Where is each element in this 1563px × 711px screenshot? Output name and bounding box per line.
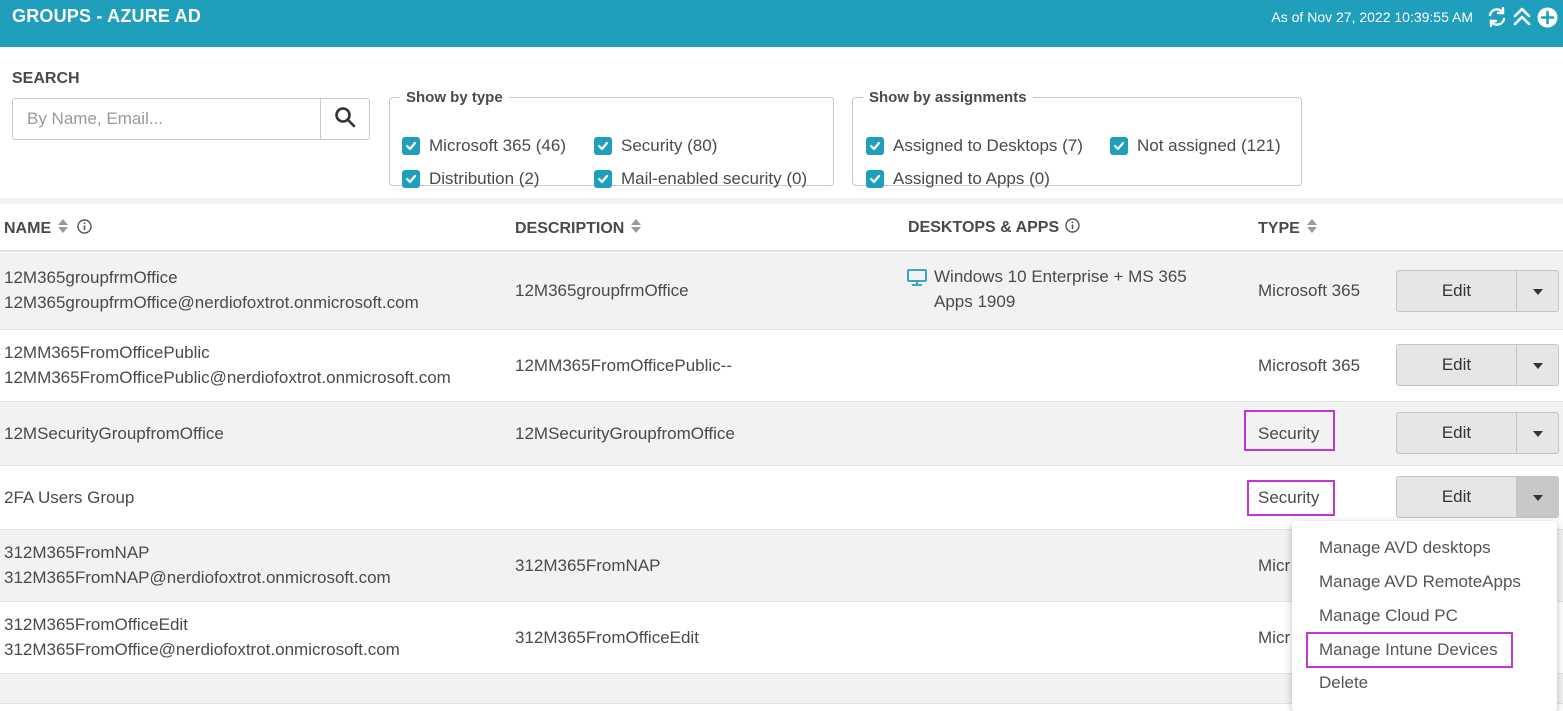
checkbox-checked-icon [594,137,612,155]
filter-microsoft365-checkbox[interactable]: Microsoft 365 (46) [402,136,566,156]
search-button[interactable] [320,99,369,139]
edit-button-group: Edit [1396,412,1559,454]
sort-icon[interactable] [51,218,69,239]
search-icon [334,106,356,133]
sort-icon[interactable] [624,218,642,239]
caret-down-icon [1532,424,1543,442]
filter-assigned-apps-label: Assigned to Apps (0) [893,169,1050,188]
filter-distribution-checkbox[interactable]: Distribution (2) [402,169,540,189]
search-input[interactable] [13,99,320,139]
filter-not-assigned-label: Not assigned (121) [1137,136,1281,155]
checkbox-checked-icon [866,137,884,155]
edit-button[interactable]: Edit [1397,345,1517,385]
collapse-icon[interactable] [1512,6,1534,28]
filter-security-label: Security (80) [621,136,718,155]
checkbox-checked-icon [402,170,420,188]
group-description: 12MSecurityGroupfromOffice [515,424,735,443]
highlight-box [1247,480,1335,516]
menu-item-delete[interactable]: Delete [1319,673,1368,693]
table-row[interactable]: 12M365groupfrmOffice 12M365groupfrmOffic… [0,253,1563,330]
filter-assigned-apps-checkbox[interactable]: Assigned to Apps (0) [866,169,1050,189]
caret-down-icon [1532,282,1543,300]
last-updated-timestamp: As of Nov 27, 2022 10:39:55 AM [1271,9,1473,25]
info-icon[interactable] [71,218,92,239]
group-name: 12M365groupfrmOffice [4,268,178,287]
edit-button[interactable]: Edit [1397,477,1517,517]
column-header-type[interactable]: TYPE [1258,218,1318,239]
edit-button-group: Edit [1396,476,1559,518]
table-row[interactable]: 12MM365FromOfficePublic 12MM365FromOffic… [0,330,1563,402]
search-box [12,98,370,140]
menu-item-manage-avd-remoteapps[interactable]: Manage AVD RemoteApps [1319,572,1521,592]
checkbox-checked-icon [866,170,884,188]
page-title: GROUPS - AZURE AD [12,6,202,26]
column-header-description[interactable]: DESCRIPTION [515,218,642,239]
menu-item-manage-avd-desktops[interactable]: Manage AVD desktops [1319,538,1491,558]
search-label: SEARCH [12,70,80,87]
filter-assigned-desktops-label: Assigned to Desktops (7) [893,136,1083,155]
refresh-icon[interactable] [1486,6,1508,28]
filter-by-type-legend: Show by type [406,89,503,106]
group-name: 312M365FromOfficeEdit [4,615,188,634]
header-bar: GROUPS - AZURE AD As of Nov 27, 2022 10:… [0,0,1563,47]
filter-not-assigned-checkbox[interactable]: Not assigned (121) [1110,136,1281,156]
filter-by-assignments: Show by assignments Assigned to Desktops… [852,89,1302,189]
highlight-box [1244,410,1335,451]
menu-item-manage-cloud-pc[interactable]: Manage Cloud PC [1319,606,1458,626]
filter-by-type: Show by type Microsoft 365 (46) Security… [389,89,834,189]
desktop-icon [907,269,927,291]
filter-by-assignments-legend: Show by assignments [869,89,1027,106]
group-type: Microsoft 365 [1258,281,1361,300]
caret-down-icon [1532,356,1543,374]
group-name: 12MM365FromOfficePublic [4,343,210,362]
group-email: 12M365groupfrmOffice@nerdiofoxtrot.onmic… [4,293,419,312]
assigned-desktop-link[interactable]: Windows 10 Enterprise + MS 365 Apps 1909 [934,264,1224,314]
edit-button[interactable]: Edit [1397,271,1517,311]
caret-down-icon [1532,488,1543,506]
group-description: 312M365FromNAP [515,556,661,575]
edit-dropdown-menu: Manage AVD desktops Manage AVD RemoteApp… [1292,521,1557,711]
filter-mail-enabled-security-checkbox[interactable]: Mail-enabled security (0) [594,169,807,189]
edit-button-group: Edit [1396,270,1559,312]
column-header-desktops-apps: DESKTOPS & APPS [908,218,1080,238]
filter-microsoft365-label: Microsoft 365 (46) [429,136,566,155]
column-header-name[interactable]: NAME [4,218,92,239]
edit-button[interactable]: Edit [1397,413,1517,453]
checkbox-checked-icon [594,170,612,188]
info-icon[interactable] [1059,218,1080,238]
group-description: 12M365groupfrmOffice [515,281,689,300]
checkbox-checked-icon [1110,137,1128,155]
highlight-box [1306,632,1513,668]
table-header: NAME DESCRIPTION DESKTOPS & APPS TYPE [0,204,1563,252]
edit-dropdown-toggle[interactable] [1517,477,1558,517]
filter-assigned-desktops-checkbox[interactable]: Assigned to Desktops (7) [866,136,1083,156]
group-name: 2FA Users Group [4,488,135,507]
group-description: 12MM365FromOfficePublic-- [515,356,732,375]
group-type: Micr [1258,556,1291,575]
group-name: 312M365FromNAP [4,543,150,562]
filter-mail-enabled-security-label: Mail-enabled security (0) [621,169,808,188]
filter-distribution-label: Distribution (2) [429,169,540,188]
group-name: 12MSecurityGroupfromOffice [4,424,224,443]
group-type: Micr [1258,628,1291,647]
group-email: 12MM365FromOfficePublic@nerdiofoxtrot.on… [4,368,451,387]
checkbox-checked-icon [402,137,420,155]
add-icon[interactable] [1537,7,1559,29]
edit-dropdown-toggle[interactable] [1517,271,1558,311]
edit-button-group: Edit [1396,344,1559,386]
edit-dropdown-toggle[interactable] [1517,345,1558,385]
group-email: 312M365FromOffice@nerdiofoxtrot.onmicros… [4,640,400,659]
group-email: 312M365FromNAP@nerdiofoxtrot.onmicrosoft… [4,568,391,587]
filter-security-checkbox[interactable]: Security (80) [594,136,717,156]
sort-icon[interactable] [1300,218,1318,239]
group-type: Microsoft 365 [1258,356,1361,375]
edit-dropdown-toggle[interactable] [1517,413,1558,453]
group-description: 312M365FromOfficeEdit [515,628,699,647]
